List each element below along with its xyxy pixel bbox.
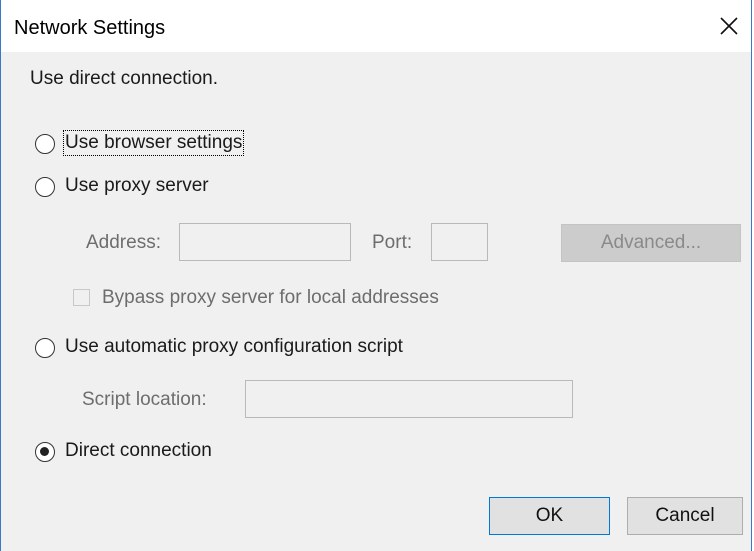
network-settings-dialog: Network Settings Use direct connection. … bbox=[0, 0, 752, 551]
window-title: Network Settings bbox=[14, 17, 166, 39]
port-field[interactable] bbox=[431, 223, 488, 261]
script-location-label: Script location: bbox=[82, 389, 207, 410]
status-text: Use direct connection. bbox=[30, 68, 218, 89]
radio-circle[interactable] bbox=[35, 134, 55, 154]
radio-circle-selected[interactable] bbox=[35, 442, 55, 462]
advanced-button[interactable]: Advanced... bbox=[561, 224, 741, 262]
radio-direct-connection-label[interactable]: Direct connection bbox=[65, 440, 212, 462]
radio-proxy-server-label[interactable]: Use proxy server bbox=[65, 175, 209, 197]
cancel-button[interactable]: Cancel bbox=[627, 497, 743, 535]
ok-button[interactable]: OK bbox=[489, 497, 610, 535]
script-location-field[interactable] bbox=[245, 380, 573, 418]
radio-direct-connection[interactable]: Direct connection bbox=[31, 440, 331, 466]
address-label: Address: bbox=[86, 232, 161, 253]
address-field[interactable] bbox=[179, 223, 351, 261]
radio-auto-config[interactable]: Use automatic proxy configuration script bbox=[31, 336, 511, 362]
radio-selected-dot bbox=[40, 447, 49, 456]
radio-auto-config-label[interactable]: Use automatic proxy configuration script bbox=[65, 336, 403, 358]
bypass-label[interactable]: Bypass proxy server for local addresses bbox=[102, 287, 439, 309]
dialog-body: Use direct connection. Use browser setti… bbox=[1, 52, 751, 551]
radio-browser-settings[interactable]: Use browser settings bbox=[31, 130, 331, 158]
bypass-checkbox[interactable] bbox=[73, 289, 90, 306]
radio-proxy-server[interactable]: Use proxy server bbox=[31, 175, 331, 201]
radio-circle[interactable] bbox=[35, 177, 55, 197]
close-icon bbox=[719, 16, 739, 41]
radio-browser-settings-label[interactable]: Use browser settings bbox=[62, 130, 245, 156]
port-label: Port: bbox=[372, 232, 413, 253]
title-bar[interactable]: Network Settings bbox=[1, 0, 751, 52]
close-button[interactable] bbox=[711, 10, 747, 46]
radio-circle[interactable] bbox=[35, 338, 55, 358]
